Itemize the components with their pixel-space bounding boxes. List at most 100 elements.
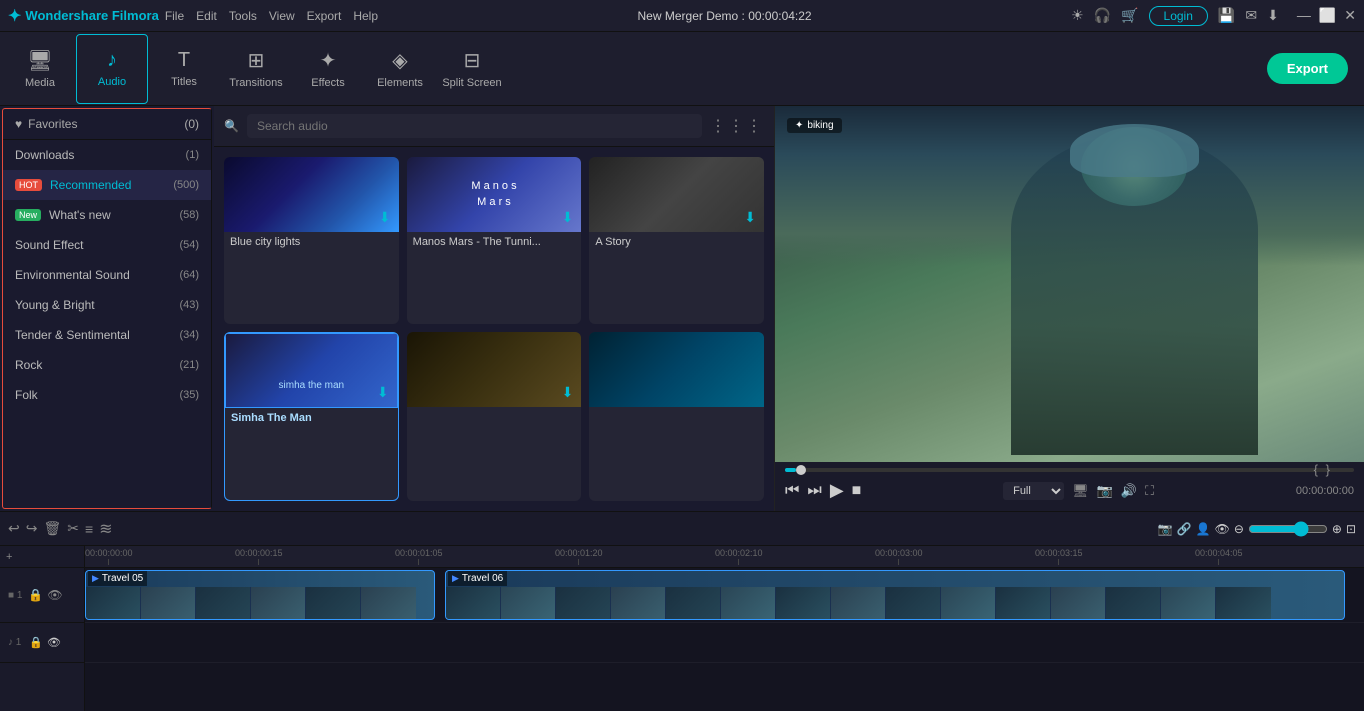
toolbar-audio[interactable]: ♪ Audio	[76, 34, 148, 104]
redo-button[interactable]: ↪	[26, 520, 38, 537]
zoom-select[interactable]: Full 50% 75% 150%	[1003, 482, 1064, 500]
cut-button[interactable]: ✂	[67, 520, 79, 537]
stop-button[interactable]: ■	[852, 482, 862, 500]
eye-audio-icon[interactable]: 👁	[47, 636, 61, 649]
skip-back-button[interactable]: ⏮	[785, 482, 799, 500]
sidebar-item-whats-new[interactable]: New What's new (58)	[3, 200, 211, 230]
mail-icon[interactable]: ✉	[1245, 7, 1257, 24]
audio-grid: ⬇ Blue city lights M a n o sM a r s ⬇ Ma…	[214, 147, 774, 511]
whats-new-count: (58)	[179, 209, 199, 221]
toolbar-transitions[interactable]: ⊞ Transitions	[220, 34, 292, 104]
download-track5-icon[interactable]: ⬇	[562, 384, 574, 401]
login-button[interactable]: Login	[1149, 6, 1208, 26]
undo-button[interactable]: ↩	[8, 520, 20, 537]
preview-extra-buttons: 🖥 📷 🔊 ⛶	[1072, 483, 1154, 499]
sidebar-item-young-bright[interactable]: Young & Bright (43)	[3, 290, 211, 320]
menu-view[interactable]: View	[269, 9, 295, 23]
audio-browser: 🔍 ⋮⋮⋮ ⬇ Blue city lights M a n o sM a r …	[214, 106, 774, 511]
maximize-button[interactable]: ⬜	[1319, 7, 1336, 24]
download-manos-icon[interactable]: ⬇	[562, 209, 574, 226]
download-audio-icon[interactable]: ⬇	[379, 209, 391, 226]
save-icon[interactable]: 💾	[1218, 7, 1235, 24]
fullscreen-icon[interactable]: ⛶	[1145, 483, 1154, 499]
snapshot-icon[interactable]: 📷	[1158, 522, 1173, 536]
sidebar-favorites[interactable]: ♥ Favorites (0)	[3, 109, 211, 140]
lock-icon[interactable]: 🔒	[28, 588, 43, 602]
link-icon[interactable]: 🔗	[1177, 522, 1192, 536]
sidebar-item-environmental[interactable]: Environmental Sound (64)	[3, 260, 211, 290]
track-number: ■ 1	[8, 590, 22, 601]
delete-button[interactable]: 🗑	[43, 520, 61, 537]
sidebar-item-recommended[interactable]: HOT Recommended (500)	[3, 170, 211, 200]
heart-icon: ♥	[15, 117, 22, 131]
headphone-icon[interactable]: 🎧	[1094, 7, 1111, 24]
ruler-mark-0: 00:00:00:00	[85, 548, 133, 565]
zoom-out-icon[interactable]: ⊖	[1234, 522, 1244, 536]
menu-help[interactable]: Help	[353, 9, 378, 23]
rock-count: (21)	[179, 359, 199, 371]
audio-card-story[interactable]: ⬇ A Story	[589, 157, 764, 324]
audio-track-row	[85, 623, 1364, 663]
video-clip-travel06[interactable]: ▶ Travel 06	[445, 570, 1345, 620]
frame-back-button[interactable]: ⏭︎	[807, 482, 821, 500]
audio-thumb-simha: simha the man ⬇	[225, 333, 398, 408]
menu-export[interactable]: Export	[307, 9, 342, 23]
zoom-in-icon[interactable]: ⊕	[1332, 522, 1342, 536]
volume-icon[interactable]: 🔊	[1121, 483, 1137, 499]
add-track-button[interactable]: +	[6, 551, 12, 563]
audio-card-blue-city[interactable]: ⬇ Blue city lights	[224, 157, 399, 324]
menu-edit[interactable]: Edit	[196, 9, 217, 23]
timeline-content[interactable]: 00:00:00:00 00:00:00:15 00:00:01:05 00:0…	[85, 546, 1364, 711]
sidebar-item-folk[interactable]: Folk (35)	[3, 380, 211, 410]
menu-file[interactable]: File	[165, 9, 184, 23]
seekbar-fill	[785, 468, 796, 472]
sidebar-item-sound-effect[interactable]: Sound Effect (54)	[3, 230, 211, 260]
eye-icon[interactable]: 👁	[1215, 522, 1230, 536]
sidebar-item-tender[interactable]: Tender & Sentimental (34)	[3, 320, 211, 350]
sidebar-item-rock[interactable]: Rock (21)	[3, 350, 211, 380]
toolbar-titles[interactable]: T Titles	[148, 34, 220, 104]
audio-card-manos[interactable]: M a n o sM a r s ⬇ Manos Mars - The Tunn…	[407, 157, 582, 324]
sidebar-item-downloads[interactable]: Downloads (1)	[3, 140, 211, 170]
audio-title-manos: Manos Mars - The Tunni...	[407, 232, 582, 254]
toolbar-effects[interactable]: ✦ Effects	[292, 34, 364, 104]
camera-icon[interactable]: 📷	[1097, 483, 1113, 499]
person-icon[interactable]: 👤	[1196, 522, 1211, 536]
seekbar-thumb[interactable]	[796, 465, 806, 475]
download-icon[interactable]: ⬇	[1267, 7, 1279, 24]
audio-thumb-blue-city: ⬇	[224, 157, 399, 232]
lock-audio-icon[interactable]: 🔒	[29, 636, 43, 649]
menu-tools[interactable]: Tools	[229, 9, 257, 23]
toolbar-splitscreen[interactable]: ⊟ Split Screen	[436, 34, 508, 104]
audio-card-track6[interactable]	[589, 332, 764, 501]
export-button[interactable]: Export	[1267, 53, 1348, 84]
app-logo: ✦ Wondershare Filmora	[8, 6, 159, 26]
titles-icon: T	[178, 49, 190, 72]
sun-icon[interactable]: ☀	[1071, 7, 1084, 24]
search-options-icon[interactable]: ⋮⋮⋮	[710, 116, 764, 136]
young-bright-count: (43)	[179, 299, 199, 311]
close-button[interactable]: ✕	[1344, 7, 1356, 24]
monitor-icon[interactable]: 🖥	[1072, 483, 1089, 499]
eye-track-icon[interactable]: 👁	[47, 588, 62, 602]
audio-card-track5[interactable]: ⬇	[407, 332, 582, 501]
audio-card-simha[interactable]: simha the man ⬇ Simha The Man	[224, 332, 399, 501]
download-story-icon[interactable]: ⬇	[744, 209, 756, 226]
cart-icon[interactable]: 🛒	[1121, 7, 1138, 24]
timeline-toolbar: ↩ ↪ 🗑 ✂ ≡ ≋ 📷 🔗 👤 👁 ⊖ ⊕ ⊡	[0, 512, 1364, 546]
download-simha-icon[interactable]: ⬇	[377, 384, 389, 401]
video-clip-travel05[interactable]: ▶ Travel 05	[85, 570, 435, 620]
tender-label: Tender & Sentimental	[15, 328, 130, 342]
minimize-button[interactable]: —	[1297, 7, 1311, 24]
ruler-mark-1: 00:00:00:15	[235, 548, 283, 565]
audio-waveform-button[interactable]: ≋	[99, 519, 112, 539]
simha-text: simha the man	[279, 380, 345, 391]
toolbar-elements[interactable]: ◈ Elements	[364, 34, 436, 104]
zoom-slider[interactable]	[1248, 521, 1328, 537]
settings-button[interactable]: ≡	[85, 521, 93, 537]
play-button[interactable]: ▶	[830, 480, 844, 501]
toolbar-media[interactable]: 🖥 Media	[4, 34, 76, 104]
preview-seekbar[interactable]: { }	[785, 468, 1354, 472]
search-input[interactable]	[247, 114, 702, 138]
fit-icon[interactable]: ⊡	[1346, 522, 1356, 536]
